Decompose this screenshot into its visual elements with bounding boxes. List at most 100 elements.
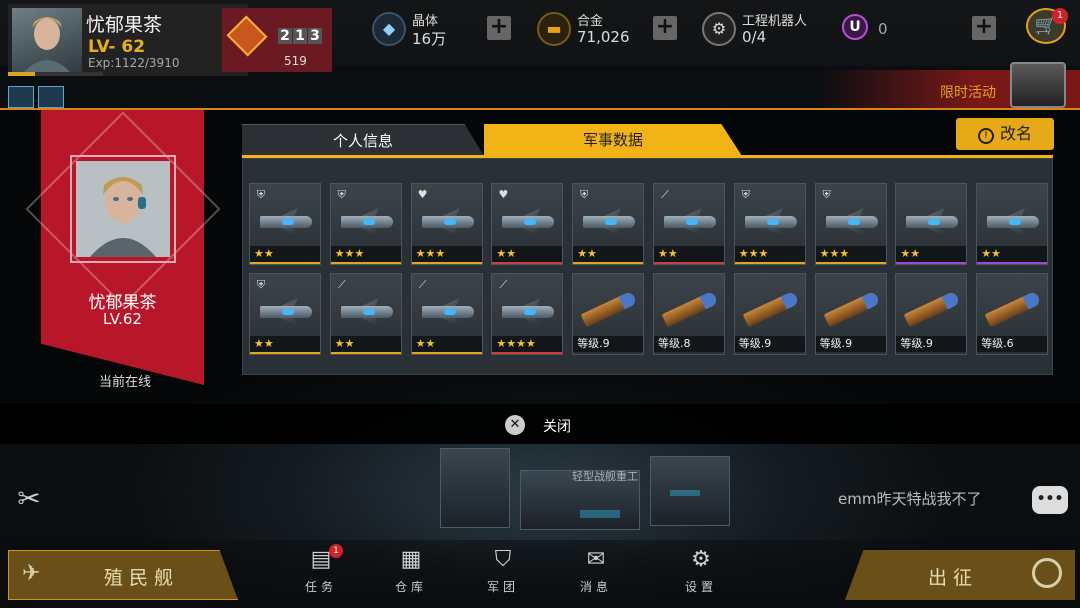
modal-top-line: [0, 108, 1080, 110]
star-rating: ★★★: [815, 246, 886, 262]
exp-bar: [8, 72, 103, 76]
weapon-card[interactable]: 等级.9: [733, 273, 806, 355]
ship-card[interactable]: ⛨ ★★★: [329, 183, 402, 265]
player-exp: Exp:1122/3910: [88, 56, 180, 70]
rarity-line: [411, 352, 482, 354]
event-chest-icon[interactable]: [1010, 62, 1066, 108]
buff-icon[interactable]: [8, 86, 34, 108]
colony-ship-label[interactable]: 殖民舰: [104, 563, 179, 590]
close-icon[interactable]: ✕: [505, 415, 525, 435]
ship-image: [496, 202, 560, 244]
ship-card[interactable]: ⛨ ★★: [572, 183, 645, 265]
weapon-image: [900, 290, 964, 334]
chat-bubble-icon[interactable]: •••: [1032, 486, 1068, 514]
robot-label: 工程机器人: [742, 14, 808, 29]
ship-card[interactable]: ♥ ★★: [491, 183, 564, 265]
add-alloy-button[interactable]: +: [653, 16, 677, 40]
ship-image: [254, 292, 318, 334]
ship-card[interactable]: ⛨ ★★★: [814, 183, 887, 265]
tab-personal-info[interactable]: 个人信息: [242, 124, 484, 156]
nav-warehouse[interactable]: ▦ 仓库: [381, 544, 441, 600]
star-rating: ★★: [250, 336, 320, 352]
nav-label: 军团: [486, 580, 519, 594]
profile-level: LV.62: [103, 310, 142, 328]
claw-icon: ⟋: [499, 278, 508, 291]
rename-button[interactable]: ! 改名: [956, 118, 1054, 150]
nav-label: 仓库: [394, 580, 427, 594]
star-rating: ★★: [896, 246, 967, 262]
podium-icon: 213: [278, 28, 323, 44]
close-button[interactable]: 关闭: [543, 416, 571, 436]
ship-card[interactable]: ⟋ ★★: [410, 273, 483, 355]
ship-card[interactable]: ⟋ ★★: [329, 273, 402, 355]
add-u-currency-button[interactable]: +: [972, 16, 996, 40]
weapon-level: 等级.8: [654, 336, 724, 352]
ship-card[interactable]: ⟋ ★★: [653, 183, 725, 265]
sortie-label[interactable]: 出征: [928, 563, 978, 590]
weapon-image: [739, 290, 803, 334]
weapon-card[interactable]: 等级.6: [976, 273, 1049, 355]
weapon-card[interactable]: 等级.9: [572, 273, 645, 355]
rarity-line: [654, 262, 724, 264]
nav-label: 任务: [304, 580, 337, 594]
weapon-card[interactable]: 等级.8: [653, 273, 725, 355]
nav-message[interactable]: ✉ 消息: [566, 544, 626, 600]
star-rating: ★★★: [734, 246, 805, 262]
scene-label[interactable]: 轻型战舰重工: [572, 468, 638, 484]
nav-legion[interactable]: ⛉ 军团: [473, 544, 533, 600]
settings-icon: ⚙: [691, 547, 711, 572]
rank-panel[interactable]: 213 519: [222, 8, 332, 72]
buff-icon[interactable]: [38, 86, 64, 108]
weapon-image: [981, 290, 1045, 334]
nav-badge: 1: [329, 544, 343, 558]
event-label[interactable]: 限时活动: [940, 82, 996, 102]
ship-card[interactable]: ★★: [976, 183, 1049, 265]
player-card[interactable]: 忧郁果茶 LV- 62 Exp:1122/3910: [8, 4, 248, 76]
ship-card[interactable]: ⛨ ★★★: [733, 183, 806, 265]
star-rating: ★★★★: [492, 336, 563, 352]
ship-card[interactable]: ★★: [895, 183, 968, 265]
shield-icon: ⛨: [256, 278, 266, 291]
weapon-image: [820, 290, 884, 334]
rank-medal-icon: [226, 15, 268, 57]
rarity-line: [330, 352, 401, 354]
colony-ship-icon: ✈: [22, 561, 41, 586]
claw-icon: ⟋: [418, 278, 427, 291]
podium-2: 2: [278, 28, 292, 44]
alloy-resource: ▬ 合金 71,026: [537, 8, 657, 48]
ship-card[interactable]: ⛨ ★★: [249, 273, 321, 355]
profile-avatar: [76, 161, 170, 257]
warehouse-icon: ▦: [400, 547, 422, 572]
u-currency-value: 0: [878, 20, 888, 38]
ship-card[interactable]: ⟋ ★★★★: [491, 273, 564, 355]
star-rating: ★★: [654, 246, 724, 262]
nav-mission[interactable]: ▤ 任务 1: [291, 544, 351, 600]
ship-card[interactable]: ♥ ★★★: [410, 183, 483, 265]
tools-icon[interactable]: ✂: [12, 482, 46, 516]
ship-image: [335, 202, 399, 244]
shop-cart-icon[interactable]: 🛒 1: [1026, 8, 1068, 44]
add-crystal-button[interactable]: +: [487, 16, 511, 40]
star-rating: ★★: [411, 336, 482, 352]
legion-icon: ⛉: [494, 547, 512, 572]
weapon-level: 等级.6: [977, 336, 1048, 352]
ship-card[interactable]: ⛨ ★★: [249, 183, 321, 265]
alloy-icon: ▬: [537, 12, 571, 46]
weapon-card[interactable]: 等级.9: [814, 273, 887, 355]
chat-message[interactable]: emm昨天特战我不了: [838, 488, 981, 509]
rarity-line: [250, 352, 320, 354]
u-currency-icon: U: [842, 14, 868, 40]
base-light: [580, 510, 620, 518]
claw-icon: ⟋: [661, 188, 669, 201]
nav-settings[interactable]: ⚙ 设置: [671, 544, 731, 600]
player-level: LV- 62: [88, 37, 146, 57]
base-light: [670, 490, 700, 496]
shield-icon: ⛨: [337, 188, 346, 201]
robot-value: 0/4: [742, 28, 767, 46]
target-icon[interactable]: [1032, 558, 1062, 588]
exp-bar-fill: [8, 72, 36, 76]
star-rating: ★★: [330, 336, 401, 352]
ship-image: [577, 202, 641, 244]
tab-military-data[interactable]: 军事数据: [484, 124, 742, 156]
weapon-card[interactable]: 等级.9: [895, 273, 968, 355]
